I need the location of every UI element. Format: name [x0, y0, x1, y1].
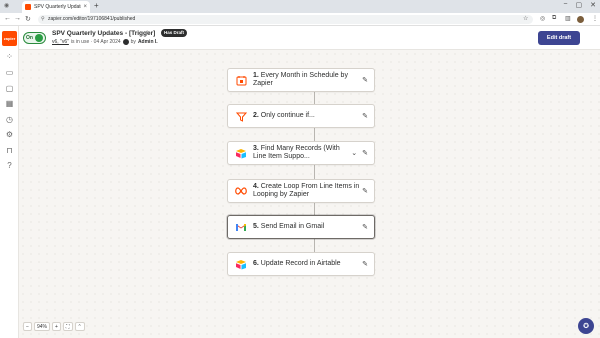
assistant-icon: ✪: [583, 323, 589, 330]
looping-icon: [235, 185, 247, 197]
history-icon[interactable]: ◷: [5, 115, 14, 124]
zap-on-toggle[interactable]: On: [23, 32, 46, 44]
version-link[interactable]: v6, "v6": [52, 39, 69, 45]
chevron-down-icon[interactable]: ⌄: [351, 149, 357, 157]
minimize-icon[interactable]: −: [563, 1, 567, 9]
url-text: zapier.com/editor/197106841/published: [48, 16, 136, 22]
help-chat-button[interactable]: ✪: [578, 318, 594, 334]
calendar-icon[interactable]: ▦: [5, 99, 14, 108]
step-label: 5. Send Email in Gmail: [253, 223, 325, 230]
step-connector: [314, 128, 315, 141]
schedule-icon: [235, 74, 247, 86]
zoom-level[interactable]: 94%: [34, 322, 51, 331]
lock-icon[interactable]: ⊓: [5, 146, 14, 155]
rename-pencil-icon[interactable]: ✎: [146, 30, 150, 36]
new-tab-button[interactable]: +: [94, 1, 99, 10]
step-connector: [314, 165, 315, 179]
browser-tab[interactable]: SPV Quarterly Updates - [ ×: [22, 1, 90, 13]
maximize-icon[interactable]: ▢: [576, 1, 583, 9]
airtable-icon: [235, 147, 247, 159]
edit-step-pencil-icon[interactable]: ✎: [362, 187, 368, 195]
apps-icon[interactable]: ⁘: [5, 52, 14, 61]
reload-icon[interactable]: ↻: [25, 15, 31, 23]
in-use-text: is in use · 04 Apr 2024: [70, 39, 121, 45]
extension-icon[interactable]: ◎: [540, 15, 545, 22]
toggle-label: On: [26, 35, 33, 41]
edit-draft-button[interactable]: Edit draft: [538, 31, 580, 45]
step-connector: [314, 92, 315, 104]
chat-icon[interactable]: ▢: [5, 84, 14, 93]
bookmark-star-icon[interactable]: ☆: [523, 15, 528, 22]
by-text: by: [130, 39, 136, 45]
fit-view-icon[interactable]: ⛶: [63, 322, 73, 331]
status-badge: Has Draft: [161, 29, 188, 37]
step-card-3[interactable]: 3. Find Many Records (With Line Item Sup…: [227, 141, 375, 165]
version-info: v6, "v6" is in use · 04 Apr 2024 by Admi…: [52, 39, 158, 45]
step-card-6[interactable]: 6. Update Record in Airtable ✎: [227, 252, 375, 276]
step-label: 1. Every Month in Schedule by Zapier: [253, 72, 348, 87]
step-card-4[interactable]: 4. Create Loop From Line Items in Loopin…: [227, 179, 375, 203]
extensions-puzzle-icon[interactable]: ⧉: [552, 15, 556, 22]
airtable-icon: [235, 258, 247, 270]
zoom-out-button[interactable]: −: [23, 322, 32, 331]
sidebar-icon[interactable]: ▥: [565, 15, 571, 22]
forward-icon[interactable]: →: [14, 15, 21, 22]
back-icon[interactable]: ←: [4, 15, 11, 22]
step-card-1[interactable]: 1. Every Month in Schedule by Zapier ✎: [227, 68, 375, 92]
tab-title: SPV Quarterly Updates - [: [34, 4, 81, 10]
step-label: 3. Find Many Records (With Line Item Sup…: [253, 145, 340, 160]
step-label: 6. Update Record in Airtable: [253, 260, 341, 267]
window-controls: − ▢ ✕: [563, 1, 596, 9]
toggle-knob: [34, 34, 43, 42]
browser-tab-bar: ◉ SPV Quarterly Updates - [ × + − ▢ ✕: [0, 0, 600, 13]
gmail-icon: [235, 221, 247, 233]
step-connector: [314, 203, 315, 215]
zapier-logo[interactable]: zapier: [2, 31, 17, 46]
step-connector: [314, 239, 315, 252]
settings-icon[interactable]: ⚙: [5, 130, 14, 139]
profile-avatar[interactable]: [577, 16, 584, 23]
filter-icon: [235, 110, 247, 122]
edit-step-pencil-icon[interactable]: ✎: [362, 76, 368, 84]
edit-step-pencil-icon[interactable]: ✎: [362, 112, 368, 120]
step-label: 4. Create Loop From Line Items in Loopin…: [253, 183, 360, 198]
step-card-2[interactable]: 2. Only continue if... ✎: [227, 104, 375, 128]
zoom-controls: − 94% + ⛶ ⌃: [23, 322, 85, 331]
url-field[interactable]: ⚲ zapier.com/editor/197106841/published: [38, 15, 533, 24]
collapse-icon[interactable]: ⌃: [74, 322, 85, 331]
zoom-in-button[interactable]: +: [52, 322, 62, 331]
close-window-icon[interactable]: ✕: [590, 1, 596, 9]
zap-title[interactable]: SPV Quarterly Updates - [Trigger]: [52, 30, 155, 37]
author-avatar: [122, 39, 129, 45]
edit-step-pencil-icon[interactable]: ✎: [362, 223, 368, 231]
edit-step-pencil-icon[interactable]: ✎: [362, 260, 368, 268]
author-name: Admin I.: [137, 39, 158, 45]
zap-header: On SPV Quarterly Updates - [Trigger] ✎ H…: [19, 26, 600, 50]
browser-menu-icon[interactable]: ⋮: [592, 15, 598, 22]
zaps-icon[interactable]: ▭: [5, 68, 14, 77]
help-icon[interactable]: ?: [5, 161, 14, 170]
edit-step-pencil-icon[interactable]: ✎: [362, 149, 368, 157]
address-bar: ← → ↻ ⚲ zapier.com/editor/197106841/publ…: [0, 13, 600, 26]
zapier-favicon-icon: [25, 4, 31, 10]
tab-close-icon[interactable]: ×: [83, 4, 87, 10]
step-card-5[interactable]: 5. Send Email in Gmail ✎: [227, 215, 375, 239]
step-label: 2. Only continue if...: [253, 112, 315, 119]
site-info-icon[interactable]: ⚲: [41, 15, 45, 24]
tab-search-icon[interactable]: ◉: [4, 2, 9, 9]
